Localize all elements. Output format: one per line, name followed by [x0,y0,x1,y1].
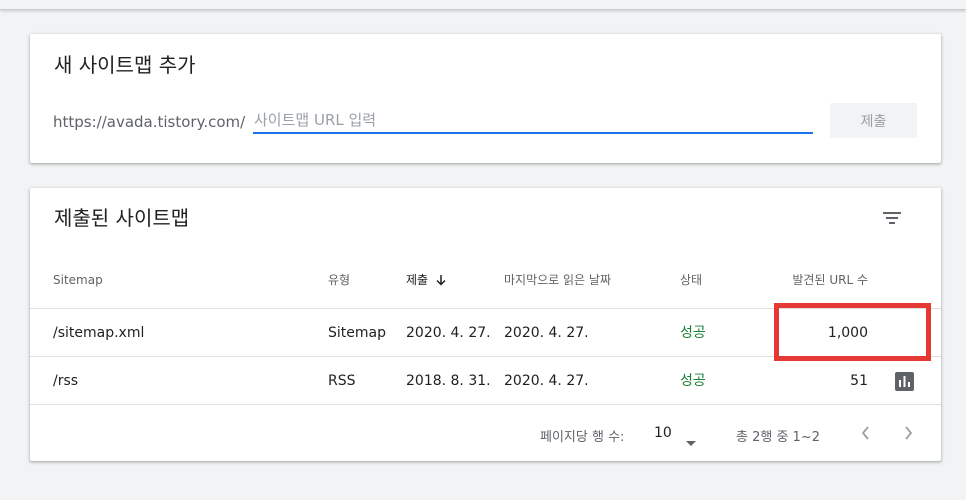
column-header-submitted-label: 제출 [406,273,429,287]
sitemap-url-input[interactable] [253,110,813,134]
bar-chart-icon[interactable] [895,372,914,391]
table-row[interactable]: /rss RSS 2018. 8. 31. 2020. 4. 27. 성공 51 [30,357,941,405]
column-header-status[interactable]: 상태 [680,271,702,289]
cell-discovered-urls: 1,000 [827,325,868,341]
column-header-sitemap[interactable]: Sitemap [53,271,103,289]
cell-submitted: 2020. 4. 27. [406,325,491,341]
pagination-range: 총 2행 중 1~2 [736,430,820,445]
cell-type: RSS [328,373,356,389]
cell-status: 성공 [680,325,706,341]
cell-last-read: 2020. 4. 27. [504,325,589,341]
submit-button[interactable]: 제출 [830,103,917,138]
cell-sitemap: /rss [53,373,79,389]
rows-per-page-label: 페이지당 행 수: [540,430,625,445]
arrow-down-icon [435,273,447,291]
submitted-sitemaps-card: 제출된 사이트맵 Sitemap 유형 제출 마지막으로 읽은 날짜 상태 발견… [30,188,941,461]
submitted-sitemaps-title: 제출된 사이트맵 [54,206,190,230]
cell-submitted: 2018. 8. 31. [406,373,491,389]
caret-down-icon [685,432,697,451]
filter-list-icon[interactable] [882,208,902,228]
top-app-bar [0,0,966,10]
divider [30,404,941,405]
cell-sitemap: /sitemap.xml [53,325,145,341]
chevron-right-icon[interactable] [898,423,918,443]
url-prefix: https://avada.tistory.com/ [53,113,246,131]
table-row[interactable]: /sitemap.xml Sitemap 2020. 4. 27. 2020. … [30,309,941,357]
column-header-last-read[interactable]: 마지막으로 읽은 날짜 [504,271,611,289]
add-sitemap-title: 새 사이트맵 추가 [54,53,196,77]
chevron-left-icon[interactable] [856,423,876,443]
rows-per-page-value: 10 [654,425,672,441]
cell-status: 성공 [680,373,706,389]
rows-per-page-select[interactable]: 10 [654,424,704,446]
add-sitemap-card: 새 사이트맵 추가 https://avada.tistory.com/ 제출 [30,34,941,163]
cell-discovered-urls: 51 [850,373,868,389]
column-header-type[interactable]: 유형 [328,271,350,289]
column-header-submitted[interactable]: 제출 [406,271,447,291]
cell-last-read: 2020. 4. 27. [504,373,589,389]
column-header-discovered-urls[interactable]: 발견된 URL 수 [730,271,868,289]
cell-type: Sitemap [328,325,386,341]
